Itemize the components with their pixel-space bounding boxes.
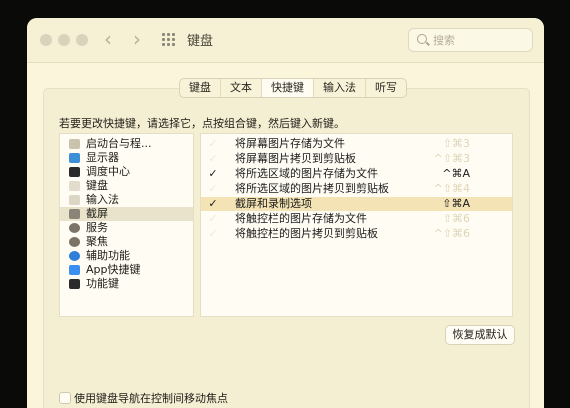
shortcut-keys[interactable]: ^⇧⌘4 <box>434 182 470 196</box>
category-label: 输入法 <box>86 193 119 206</box>
screenshot-icon <box>69 209 80 219</box>
shortcut-list[interactable]: ✓ 将屏幕图片存储为文件 ⇧⌘3 ✓ 将屏幕图片拷贝到剪贴板 ^⇧⌘3 ✓ 将所… <box>200 133 513 317</box>
category-label: 截屏 <box>86 207 108 220</box>
forward-icon[interactable]: › <box>133 27 141 51</box>
category-app-shortcuts[interactable]: App快捷键 <box>60 263 193 277</box>
instruction-text: 若要更改快捷键，请选择它，点按组合键，然后键入新键。 <box>59 117 345 130</box>
launchpad-icon <box>69 139 80 149</box>
category-label: App快捷键 <box>86 263 141 276</box>
shortcut-keys[interactable]: ^⌘A <box>442 167 470 181</box>
shortcut-label: 将所选区域的图片存储为文件 <box>235 167 378 180</box>
category-list[interactable]: 启动台与程... 显示器 调度中心 键盘 输入法 截屏 服务 聚焦 辅助功能 A… <box>59 133 194 317</box>
shortcut-row[interactable]: ✓ 将触控栏的图片拷贝到剪贴板 ^⇧⌘6 <box>201 227 512 241</box>
shortcut-row[interactable]: ✓ 将屏幕图片拷贝到剪贴板 ^⇧⌘3 <box>201 152 512 166</box>
category-label: 聚焦 <box>86 235 108 248</box>
shortcut-checkbox[interactable]: ✓ <box>208 212 218 226</box>
back-icon[interactable]: ‹ <box>104 27 112 51</box>
restore-defaults-button[interactable]: 恢复成默认 <box>445 325 515 345</box>
category-spotlight[interactable]: 聚焦 <box>60 235 193 249</box>
shortcut-keys[interactable]: ⇧⌘A <box>442 197 470 211</box>
category-mission-control[interactable]: 调度中心 <box>60 165 193 179</box>
tab-dictation[interactable]: 听写 <box>366 79 406 97</box>
shortcut-row[interactable]: ✓ 将屏幕图片存储为文件 ⇧⌘3 <box>201 137 512 151</box>
shortcut-keys[interactable]: ⇧⌘6 <box>443 212 470 226</box>
tab-keyboard[interactable]: 键盘 <box>180 79 221 97</box>
shortcut-label: 将屏幕图片存储为文件 <box>235 137 345 150</box>
category-label: 启动台与程... <box>86 137 152 150</box>
spotlight-icon <box>69 237 80 247</box>
fn-key-icon <box>69 279 80 289</box>
shortcut-checkbox[interactable]: ✓ <box>208 137 218 151</box>
shortcut-label: 将所选区域的图片拷贝到剪贴板 <box>235 182 389 195</box>
title-bar: ‹ › 键盘 搜索 <box>27 18 544 63</box>
shortcut-keys[interactable]: ^⇧⌘6 <box>434 227 470 241</box>
category-services[interactable]: 服务 <box>60 221 193 235</box>
search-placeholder: 搜索 <box>433 34 455 47</box>
category-label: 调度中心 <box>86 165 130 178</box>
shortcut-checkbox[interactable]: ✓ <box>208 152 218 166</box>
category-function-keys[interactable]: 功能键 <box>60 277 193 291</box>
shortcut-label: 将触控栏的图片拷贝到剪贴板 <box>235 227 378 240</box>
keyboard-icon <box>69 181 80 191</box>
preferences-window: ‹ › 键盘 搜索 键盘 文本 快捷键 输入法 听写 若要更改快捷键，请选择它，… <box>27 18 544 408</box>
category-label: 服务 <box>86 221 108 234</box>
close-button[interactable] <box>40 34 52 46</box>
shortcut-label: 截屏和录制选项 <box>235 197 312 210</box>
tab-shortcuts[interactable]: 快捷键 <box>262 79 314 97</box>
keyboard-navigation-checkbox[interactable] <box>59 392 71 404</box>
tab-text[interactable]: 文本 <box>221 79 262 97</box>
shortcut-row[interactable]: ✓ 将所选区域的图片存储为文件 ^⌘A <box>201 167 512 181</box>
tab-input-sources[interactable]: 输入法 <box>314 79 366 97</box>
zoom-button[interactable] <box>76 34 88 46</box>
shortcut-label: 将屏幕图片拷贝到剪贴板 <box>235 152 356 165</box>
tab-bar: 键盘 文本 快捷键 输入法 听写 <box>179 78 407 98</box>
category-label: 辅助功能 <box>86 249 130 262</box>
app-shortcuts-icon <box>69 265 80 275</box>
services-icon <box>69 223 80 233</box>
category-screenshots[interactable]: 截屏 <box>60 207 193 221</box>
checkmark-icon[interactable]: ✓ <box>208 167 218 181</box>
category-keyboard[interactable]: 键盘 <box>60 179 193 193</box>
display-icon <box>69 153 80 163</box>
category-display[interactable]: 显示器 <box>60 151 193 165</box>
shortcut-keys[interactable]: ^⇧⌘3 <box>434 152 470 166</box>
minimize-button[interactable] <box>58 34 70 46</box>
shortcut-row[interactable]: ✓ 将触控栏的图片存储为文件 ⇧⌘6 <box>201 212 512 226</box>
shortcut-checkbox[interactable]: ✓ <box>208 182 218 196</box>
keyboard-navigation-label: 使用键盘导航在控制间移动焦点 <box>74 392 228 405</box>
shortcut-checkbox[interactable]: ✓ <box>208 227 218 241</box>
category-label: 键盘 <box>86 179 108 192</box>
category-label: 功能键 <box>86 277 119 290</box>
category-accessibility[interactable]: 辅助功能 <box>60 249 193 263</box>
category-input-sources[interactable]: 输入法 <box>60 193 193 207</box>
category-launchpad[interactable]: 启动台与程... <box>60 137 193 151</box>
show-all-grid-icon[interactable] <box>162 33 176 47</box>
category-label: 显示器 <box>86 151 119 164</box>
shortcut-label: 将触控栏的图片存储为文件 <box>235 212 367 225</box>
search-icon <box>417 34 427 44</box>
checkmark-icon[interactable]: ✓ <box>208 197 218 211</box>
shortcut-row-selected[interactable]: ✓ 截屏和录制选项 ⇧⌘A <box>201 197 512 211</box>
search-field[interactable]: 搜索 <box>408 28 533 52</box>
accessibility-icon <box>69 251 80 261</box>
shortcut-keys[interactable]: ⇧⌘3 <box>443 137 470 151</box>
window-title: 键盘 <box>187 34 214 49</box>
input-source-icon <box>69 195 80 205</box>
shortcut-row[interactable]: ✓ 将所选区域的图片拷贝到剪贴板 ^⇧⌘4 <box>201 182 512 196</box>
mission-control-icon <box>69 167 80 177</box>
